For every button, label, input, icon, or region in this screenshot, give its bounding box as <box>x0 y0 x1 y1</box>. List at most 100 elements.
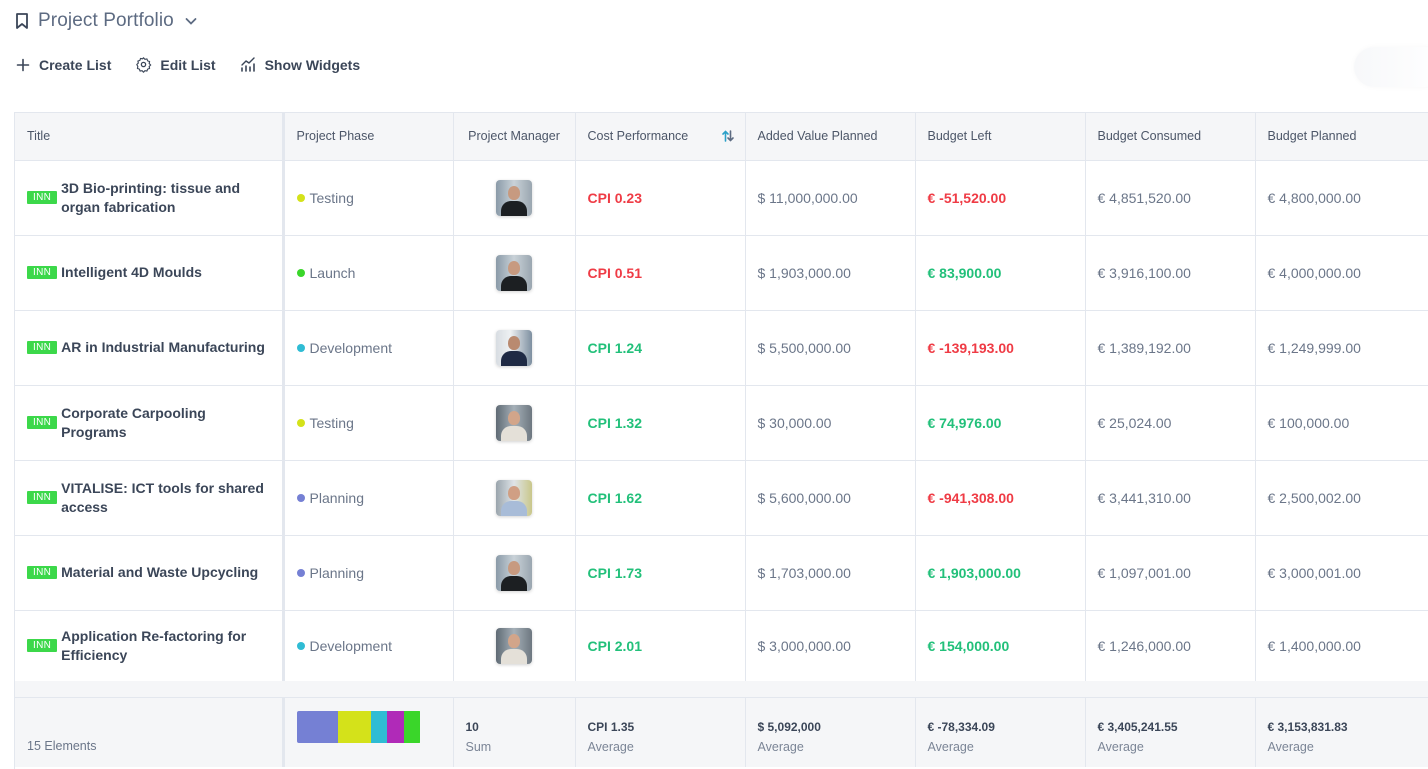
toolbar: Create List Edit List Show Widgets <box>14 56 360 73</box>
portfolio-table: Title Project Phase Project Manager Cost… <box>14 112 1428 769</box>
budget-left-value: € 74,976.00 <box>927 414 1002 431</box>
phase-label: Launch <box>309 264 356 281</box>
budget-planned-value: € 2,500,002.00 <box>1267 489 1361 506</box>
budget-planned-cell: € 4,000,000.00 <box>1255 235 1428 311</box>
create-list-button[interactable]: Create List <box>14 56 111 73</box>
phase-cell: Development <box>283 610 454 686</box>
chart-icon <box>240 56 257 73</box>
budget-planned-cell: € 1,249,999.00 <box>1255 310 1428 386</box>
column-header-budget-consumed[interactable]: Budget Consumed <box>1085 113 1256 161</box>
manager-cell <box>453 535 576 611</box>
category-badge: INN <box>27 491 58 504</box>
manager-avatar[interactable] <box>496 404 532 441</box>
footer-avp-cell: $ 5,092,000 Average <box>745 689 916 767</box>
phase-cell: Planning <box>283 535 454 611</box>
phase-segment-other[interactable] <box>387 711 404 743</box>
column-header-cpi[interactable]: Cost Performance <box>575 113 746 161</box>
budget-planned-cell: € 1,400,000.00 <box>1255 610 1428 686</box>
project-title-link[interactable]: VITALISE: ICT tools for shared access <box>61 479 269 517</box>
cpi-cell: CPI 0.23 <box>575 160 746 236</box>
phase-segment-testing[interactable] <box>337 711 371 743</box>
manager-cell <box>453 385 576 461</box>
manager-avatar[interactable] <box>496 179 532 216</box>
table-row[interactable]: INN AR in Industrial Manufacturing Devel… <box>15 310 1428 386</box>
phase-distribution-bar[interactable] <box>296 711 421 743</box>
category-badge: INN <box>27 639 58 653</box>
manager-cell <box>453 460 576 536</box>
footer-avp-label: Average <box>757 740 804 754</box>
show-widgets-button[interactable]: Show Widgets <box>240 56 360 73</box>
cpi-cell: CPI 0.51 <box>575 235 746 311</box>
edit-list-button[interactable]: Edit List <box>135 56 216 73</box>
project-title-link[interactable]: 3D Bio-printing: tissue and organ fabric… <box>61 179 269 217</box>
footer-budget-planned-cell: € 3,153,831.83 Average <box>1255 689 1428 767</box>
project-title-link[interactable]: Application Re-factoring for Efficiency <box>61 627 269 665</box>
column-header-budget-left[interactable]: Budget Left <box>915 113 1086 161</box>
budget-consumed-cell: € 25,024.00 <box>1085 385 1256 461</box>
budget-consumed-value: € 1,097,001.00 <box>1097 564 1191 581</box>
phase-segment-planning[interactable] <box>296 711 338 743</box>
phase-label: Development <box>309 339 393 356</box>
column-header-added-value[interactable]: Added Value Planned <box>745 113 916 161</box>
column-header-budget-planned[interactable]: Budget Planned <box>1255 113 1428 161</box>
budget-consumed-value: € 3,916,100.00 <box>1097 264 1191 281</box>
phase-label: Planning <box>309 564 365 581</box>
column-header-title[interactable]: Title <box>15 113 285 161</box>
column-header-phase[interactable]: Project Phase <box>283 113 454 161</box>
footer-cpi-cell: CPI 1.35 Average <box>575 689 746 767</box>
phase-label: Development <box>309 637 393 654</box>
phase-dot-icon <box>296 568 305 577</box>
budget-left-value: € 83,900.00 <box>927 264 1002 281</box>
table-row[interactable]: INN VITALISE: ICT tools for shared acces… <box>15 460 1428 536</box>
table-header-row: Title Project Phase Project Manager Cost… <box>15 113 1428 161</box>
phase-dot-icon <box>296 493 305 502</box>
manager-avatar[interactable] <box>496 554 532 591</box>
column-header-manager[interactable]: Project Manager <box>453 113 576 161</box>
cpi-value: CPI 2.01 <box>587 637 642 654</box>
budget-consumed-cell: € 3,441,310.00 <box>1085 460 1256 536</box>
sort-arrows-icon[interactable] <box>721 129 735 143</box>
floating-toggle[interactable] <box>1354 47 1428 87</box>
table-row[interactable]: INN Intelligent 4D Moulds Launch CPI 0.5… <box>15 235 1428 311</box>
category-badge: INN <box>27 266 58 279</box>
cpi-value: CPI 1.32 <box>587 414 642 431</box>
project-title-link[interactable]: AR in Industrial Manufacturing <box>61 338 265 357</box>
project-title-link[interactable]: Material and Waste Upcycling <box>61 563 258 582</box>
manager-avatar[interactable] <box>496 329 532 366</box>
project-title-link[interactable]: Intelligent 4D Moulds <box>61 263 202 282</box>
page-title[interactable]: Project Portfolio <box>38 10 174 32</box>
added-value-cell: $ 5,500,000.00 <box>745 310 916 386</box>
table-row[interactable]: INN Corporate Carpooling Programs Testin… <box>15 385 1428 461</box>
budget-planned-value: € 4,800,000.00 <box>1267 189 1361 206</box>
phase-dot-icon <box>296 418 305 427</box>
chevron-down-icon[interactable] <box>184 14 198 28</box>
budget-planned-value: € 1,400,000.00 <box>1267 637 1361 654</box>
column-header-cpi-label: Cost Performance <box>587 129 689 144</box>
footer-budget-planned-value: € 3,153,831.83 <box>1267 720 1348 734</box>
plus-icon <box>14 56 31 73</box>
budget-planned-value: € 3,000,001.00 <box>1267 564 1361 581</box>
manager-avatar[interactable] <box>496 479 532 516</box>
phase-segment-launch[interactable] <box>403 711 421 743</box>
table-row[interactable]: INN Material and Waste Upcycling Plannin… <box>15 535 1428 611</box>
budget-planned-cell: € 4,800,000.00 <box>1255 160 1428 236</box>
phase-cell: Testing <box>283 385 454 461</box>
footer-budget-left-cell: € -78,334.09 Average <box>915 689 1086 767</box>
bookmark-icon[interactable] <box>14 12 30 30</box>
budget-left-value: € -941,308.00 <box>927 489 1014 506</box>
phase-segment-development[interactable] <box>370 711 388 743</box>
manager-avatar[interactable] <box>496 627 532 664</box>
table-row[interactable]: INN 3D Bio-printing: tissue and organ fa… <box>15 160 1428 236</box>
phase-label: Testing <box>309 414 354 431</box>
footer-budget-consumed-cell: € 3,405,241.55 Average <box>1085 689 1256 767</box>
added-value-cell: $ 3,000,000.00 <box>745 610 916 686</box>
project-title-link[interactable]: Corporate Carpooling Programs <box>61 404 269 442</box>
phase-cell: Testing <box>283 160 454 236</box>
manager-avatar[interactable] <box>496 254 532 291</box>
category-badge: INN <box>27 341 58 354</box>
added-value-cell: $ 11,000,000.00 <box>745 160 916 236</box>
category-badge: INN <box>27 566 58 579</box>
table-row[interactable]: INN Application Re-factoring for Efficie… <box>15 610 1428 686</box>
budget-left-value: € 1,903,000.00 <box>927 564 1021 581</box>
phase-dot-icon <box>296 268 305 277</box>
